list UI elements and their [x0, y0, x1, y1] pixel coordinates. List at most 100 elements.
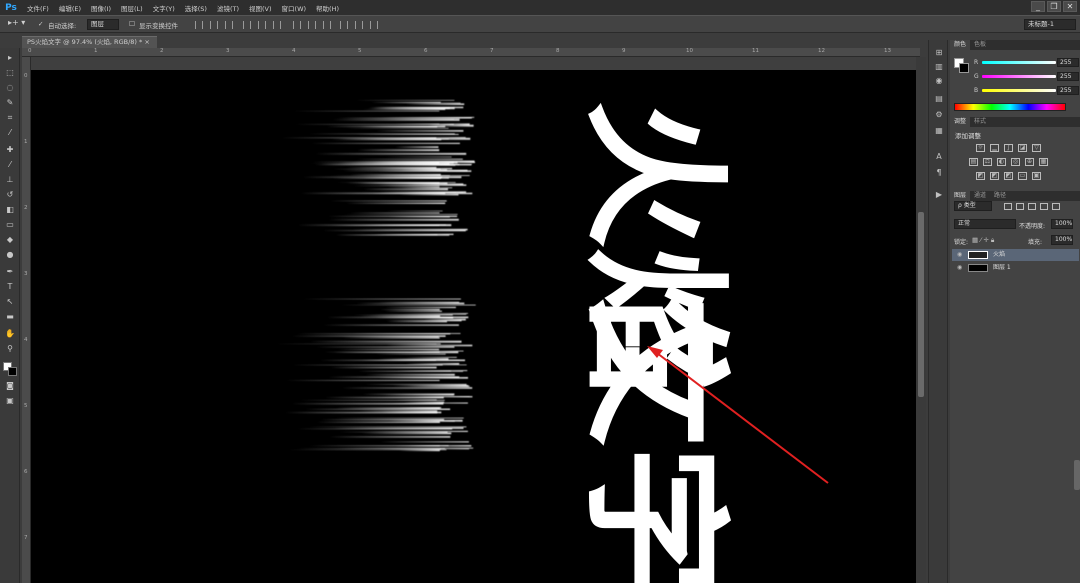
- menu-help[interactable]: 帮助(H): [311, 3, 344, 13]
- align-top-icon[interactable]: [195, 21, 203, 29]
- color-bg-swatch[interactable]: [959, 63, 969, 73]
- tab-swatches[interactable]: 色板: [970, 40, 990, 50]
- background-color-swatch[interactable]: [8, 367, 17, 376]
- document-tab[interactable]: PS火焰文字 @ 97.4% (火焰, RGB/8) * ×: [22, 36, 157, 48]
- document-canvas[interactable]: 火焰 文字: [31, 70, 916, 583]
- curves-icon[interactable]: ∫: [1004, 144, 1013, 152]
- clone-source-panel-icon[interactable]: ⚙: [933, 110, 945, 120]
- vertical-scrollbar[interactable]: [916, 57, 926, 583]
- distribute-middle-icon[interactable]: [308, 21, 316, 29]
- canvas-area[interactable]: 火焰 文字: [31, 57, 916, 583]
- photo-filter-icon[interactable]: ◎: [1011, 158, 1020, 166]
- tab-layers[interactable]: 图层: [950, 191, 971, 201]
- color-spectrum-bar[interactable]: [954, 103, 1066, 111]
- history-panel-icon[interactable]: ⊞: [933, 48, 945, 58]
- move-tool-icon[interactable]: ▸: [4, 52, 16, 64]
- hand-tool-icon[interactable]: ✋: [4, 328, 16, 340]
- clone-stamp-tool-icon[interactable]: ⊥: [4, 174, 16, 186]
- paragraph-panel-icon[interactable]: ¶: [933, 168, 945, 178]
- menu-type[interactable]: 文字(Y): [148, 3, 180, 13]
- blend-mode-dropdown[interactable]: 正常: [954, 219, 1016, 229]
- auto-select-checkbox[interactable]: ✓: [38, 20, 43, 28]
- channel-g-value[interactable]: 255: [1057, 72, 1079, 81]
- minimize-button[interactable]: _: [1031, 1, 1045, 12]
- move-tool-icon[interactable]: ▸+ ▾: [8, 18, 25, 27]
- black-white-icon[interactable]: ◐: [997, 158, 1006, 166]
- filter-shape-icon[interactable]: [1040, 203, 1048, 210]
- layer-row[interactable]: ◉ 火焰: [952, 249, 1079, 261]
- channel-r-slider[interactable]: [982, 61, 1056, 64]
- scrollbar-thumb[interactable]: [918, 212, 924, 397]
- auto-select-dropdown[interactable]: 图层: [87, 19, 119, 30]
- brush-panel-icon[interactable]: ▤: [933, 94, 945, 104]
- tab-channels[interactable]: 通道: [970, 191, 990, 201]
- layer-row[interactable]: ◉ 图层 1: [952, 262, 1079, 274]
- workspace-dropdown[interactable]: 未标题-1: [1024, 19, 1076, 30]
- tab-color[interactable]: 颜色: [950, 40, 971, 50]
- align-middle-icon[interactable]: [210, 21, 218, 29]
- tab-styles[interactable]: 样式: [970, 117, 990, 127]
- marquee-tool-icon[interactable]: ⬚: [4, 67, 16, 79]
- close-button[interactable]: ✕: [1063, 1, 1077, 12]
- character-panel-icon[interactable]: A: [933, 152, 945, 162]
- lock-icons[interactable]: ▦ ⁄ ✛ 🔒︎: [972, 236, 994, 245]
- channel-r-value[interactable]: 255: [1057, 58, 1079, 67]
- gradient-map-icon[interactable]: ▭: [1018, 172, 1027, 180]
- gradient-tool-icon[interactable]: ▭: [4, 219, 16, 231]
- align-left-icon[interactable]: [243, 21, 251, 29]
- show-transform-checkbox[interactable]: ☐: [129, 20, 135, 28]
- tab-adjustments[interactable]: 调整: [950, 117, 971, 127]
- visibility-eye-icon[interactable]: ◉: [957, 262, 962, 274]
- fill-field[interactable]: 100%: [1051, 235, 1073, 245]
- align-right-icon[interactable]: [273, 21, 281, 29]
- invert-icon[interactable]: ◩: [976, 172, 985, 180]
- eraser-tool-icon[interactable]: ◧: [4, 204, 16, 216]
- color-lookup-icon[interactable]: ▦: [1039, 158, 1048, 166]
- color-balance-icon[interactable]: ⚖: [983, 158, 992, 166]
- levels-icon[interactable]: ▁: [990, 144, 999, 152]
- blur-tool-icon[interactable]: ◆: [4, 234, 16, 246]
- shape-tool-icon[interactable]: ▬: [4, 311, 16, 323]
- properties-panel-icon[interactable]: ▦: [933, 126, 945, 136]
- channel-mixer-icon[interactable]: ⊕: [1025, 158, 1034, 166]
- distribute-top-icon[interactable]: [293, 21, 301, 29]
- info-panel-icon[interactable]: ◉: [933, 76, 945, 86]
- type-tool-icon[interactable]: T: [4, 281, 16, 293]
- menu-filter[interactable]: 滤镜(T): [212, 3, 244, 13]
- brightness-contrast-icon[interactable]: ☼: [976, 144, 985, 152]
- filter-smart-object-icon[interactable]: [1052, 203, 1060, 210]
- exposure-icon[interactable]: ◪: [1018, 144, 1027, 152]
- visibility-eye-icon[interactable]: ◉: [957, 249, 962, 261]
- quick-mask-icon[interactable]: ◙: [4, 380, 16, 392]
- path-select-tool-icon[interactable]: ↖: [4, 296, 16, 308]
- distribute-right-icon[interactable]: [370, 21, 378, 29]
- healing-brush-tool-icon[interactable]: ✚: [4, 144, 16, 156]
- distribute-left-icon[interactable]: [340, 21, 348, 29]
- channel-b-value[interactable]: 255: [1057, 86, 1079, 95]
- posterize-icon[interactable]: ◩: [990, 172, 999, 180]
- distribute-bottom-icon[interactable]: [323, 21, 331, 29]
- crop-tool-icon[interactable]: ⌗: [4, 112, 16, 124]
- history-brush-tool-icon[interactable]: ↺: [4, 189, 16, 201]
- layer-filter-dropdown[interactable]: ρ 类型: [954, 201, 992, 211]
- vibrance-icon[interactable]: ▽: [1032, 144, 1041, 152]
- pen-tool-icon[interactable]: ✒: [4, 266, 16, 278]
- dodge-tool-icon[interactable]: ●: [4, 249, 16, 261]
- align-bottom-icon[interactable]: [225, 21, 233, 29]
- quick-select-tool-icon[interactable]: ✎: [4, 97, 16, 109]
- filter-adjustment-icon[interactable]: [1016, 203, 1024, 210]
- menu-window[interactable]: 窗口(W): [277, 3, 312, 13]
- brush-tool-icon[interactable]: ⁄: [4, 159, 16, 171]
- channel-b-slider[interactable]: [982, 89, 1056, 92]
- lasso-tool-icon[interactable]: ◌: [4, 82, 16, 94]
- eyedropper-tool-icon[interactable]: ⁄: [4, 127, 16, 139]
- opacity-field[interactable]: 100%: [1051, 219, 1073, 229]
- restore-button[interactable]: ❐: [1047, 1, 1061, 12]
- menu-select[interactable]: 选择(S): [180, 3, 212, 13]
- menu-edit[interactable]: 编辑(E): [54, 3, 86, 13]
- filter-pixel-icon[interactable]: [1004, 203, 1012, 210]
- histogram-panel-icon[interactable]: ▥: [933, 62, 945, 72]
- distribute-center-icon[interactable]: [355, 21, 363, 29]
- actions-panel-icon[interactable]: ▶: [933, 190, 945, 200]
- menu-view[interactable]: 视图(V): [244, 3, 277, 13]
